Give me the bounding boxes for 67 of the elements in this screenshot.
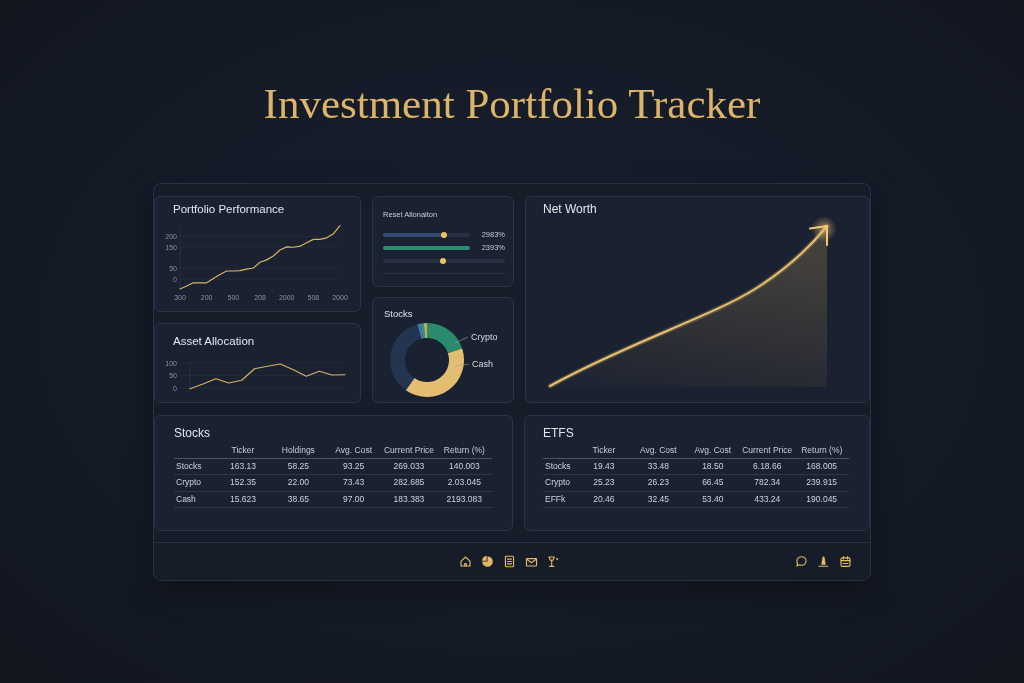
envelope-icon[interactable] <box>524 555 538 568</box>
table-cell: 239.915 <box>794 474 849 491</box>
section-title: Stocks <box>174 426 210 441</box>
table-cell: 38.65 <box>270 491 326 508</box>
table-cell: 190.045 <box>794 491 849 508</box>
table-cell: 15.623 <box>215 491 271 508</box>
table-cell: 53.40 <box>685 491 740 508</box>
glass-icon[interactable] <box>546 555 560 568</box>
table-cell: 140.003 <box>436 458 492 475</box>
table-cell: 18.50 <box>685 458 740 475</box>
table-cell: 20.46 <box>576 491 632 508</box>
row-label: Stocks <box>174 458 216 475</box>
row-label: Stocks <box>543 458 577 475</box>
table-cell: 2193.083 <box>436 491 492 508</box>
row-label: EFFk <box>543 491 577 508</box>
page-title: Investment Portfolio Tracker <box>263 80 761 128</box>
section-title: Portfolio Performance <box>173 202 285 217</box>
table-cell: 2.03.045 <box>436 474 492 491</box>
legend-label: Cash <box>472 359 493 369</box>
table-cell: 25.23 <box>576 474 632 491</box>
column-header: Avg. Cost <box>631 444 686 458</box>
table-cell: 269.033 <box>381 458 437 475</box>
section-title: Stocks <box>384 308 413 320</box>
chat-bubble-icon[interactable] <box>795 555 808 568</box>
table-cell: 282.685 <box>381 474 437 491</box>
section-title: ETFS <box>543 426 574 441</box>
column-header: Return (%) <box>436 444 492 458</box>
section-title: Asset Allocation <box>173 334 255 349</box>
table-cell: 66.45 <box>685 474 740 491</box>
table-cell: 26.23 <box>631 474 686 491</box>
row-label: Crypto <box>174 474 216 491</box>
table-cell: 6.18.66 <box>740 458 795 475</box>
table-cell: 168.005 <box>794 458 849 475</box>
column-header: Avg. Cost <box>685 444 740 458</box>
table-cell: 433.24 <box>740 491 795 508</box>
row-label: Crypto <box>543 474 577 491</box>
table-cell: 33.48 <box>631 458 686 475</box>
table-cell: 97.00 <box>326 491 382 508</box>
home-icon[interactable] <box>458 555 472 568</box>
legend-label: Crypto <box>471 331 498 342</box>
slider-thumb[interactable] <box>439 257 446 264</box>
column-header: Return (%) <box>794 444 849 458</box>
pie-chart-icon[interactable] <box>480 555 494 568</box>
column-header: Current Price <box>740 444 795 458</box>
slider-track[interactable] <box>383 258 505 263</box>
table-cell: 183.383 <box>381 491 437 508</box>
column-header: Current Price <box>381 444 437 458</box>
row-label: Cash <box>174 491 216 508</box>
column-header: Holdings <box>270 444 326 458</box>
table-cell: 152.35 <box>215 474 271 491</box>
slider-track[interactable] <box>383 232 470 237</box>
section-title: Net Worth <box>543 202 597 217</box>
slider-thumb[interactable] <box>440 231 447 238</box>
column-header: Avg. Cost <box>326 444 382 458</box>
table-cell: 58.25 <box>270 458 326 475</box>
table-cell: 73.43 <box>326 474 382 491</box>
table-cell: 32.45 <box>631 491 686 508</box>
column-header: Ticker <box>576 444 632 458</box>
cone-icon[interactable] <box>817 555 830 568</box>
table-cell: 163.13 <box>215 458 271 475</box>
column-header: Ticker <box>215 444 271 458</box>
calendar-icon[interactable] <box>839 555 852 568</box>
table-cell: 93.25 <box>326 458 382 475</box>
table-cell: 19.43 <box>576 458 632 475</box>
table-cell: 22.00 <box>270 474 326 491</box>
document-icon[interactable] <box>502 555 516 568</box>
table-cell: 782.34 <box>740 474 795 491</box>
